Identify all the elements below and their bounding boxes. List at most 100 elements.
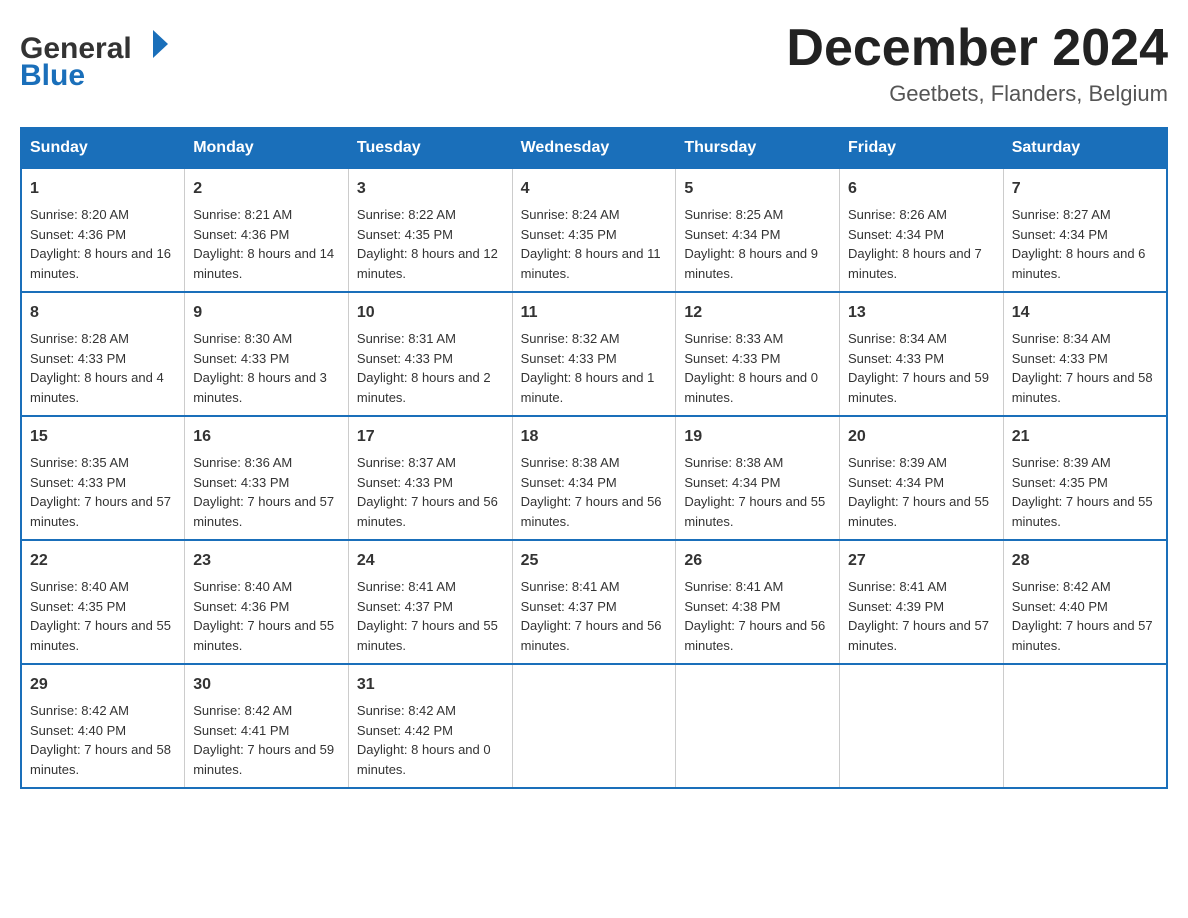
- day-number: 26: [684, 549, 831, 573]
- calendar-day-11: 11Sunrise: 8:32 AMSunset: 4:33 PMDayligh…: [512, 292, 676, 416]
- sunrise-time: Sunrise: 8:35 AM: [30, 455, 129, 470]
- sunrise-time: Sunrise: 8:21 AM: [193, 207, 292, 222]
- sunset-time: Sunset: 4:40 PM: [30, 723, 126, 738]
- calendar-day-28: 28 Sunrise: 8:42 AM Sunset: 4:40 PM Dayligh…: [1003, 540, 1167, 664]
- daylight-duration: Daylight: 8 hours and 4 minutes.: [30, 370, 164, 405]
- calendar-day-16: 16Sunrise: 8:36 AMSunset: 4:33 PMDayligh…: [185, 416, 349, 540]
- sunrise-time: Sunrise: 8:20 AM: [30, 207, 129, 222]
- calendar-week-5: 29Sunrise: 8:42 AMSunset: 4:40 PMDayligh…: [21, 664, 1167, 788]
- sunset-time: Sunset: 4:33 PM: [357, 351, 453, 366]
- sunset-time: Sunset: 4:36 PM: [30, 227, 126, 242]
- title-area: December 2024 Geetbets, Flanders, Belgiu…: [786, 20, 1168, 107]
- location: Geetbets, Flanders, Belgium: [786, 81, 1168, 107]
- calendar-day-26: 26Sunrise: 8:41 AMSunset: 4:38 PMDayligh…: [676, 540, 840, 664]
- sunrise-time: Sunrise: 8:42 AM: [1012, 579, 1111, 594]
- daylight-duration: Daylight: 8 hours and 3 minutes.: [193, 370, 327, 405]
- day-number: 2: [193, 177, 340, 201]
- day-header-monday: Monday: [185, 128, 349, 168]
- calendar-day-20: 20Sunrise: 8:39 AMSunset: 4:34 PMDayligh…: [840, 416, 1004, 540]
- calendar-day-22: 22Sunrise: 8:40 AMSunset: 4:35 PMDayligh…: [21, 540, 185, 664]
- calendar-table: SundayMondayTuesdayWednesdayThursdayFrid…: [20, 127, 1168, 789]
- sunrise-time: Sunrise: 8:30 AM: [193, 331, 292, 346]
- sunrise-time: Sunrise: 8:42 AM: [357, 703, 456, 718]
- calendar-week-4: 22Sunrise: 8:40 AMSunset: 4:35 PMDayligh…: [21, 540, 1167, 664]
- day-number: 28: [1012, 549, 1158, 573]
- sunset-time: Sunset: 4:34 PM: [848, 475, 944, 490]
- calendar-day-19: 19Sunrise: 8:38 AMSunset: 4:34 PMDayligh…: [676, 416, 840, 540]
- calendar-day-4: 4Sunrise: 8:24 AMSunset: 4:35 PMDaylight…: [512, 168, 676, 292]
- day-header-friday: Friday: [840, 128, 1004, 168]
- day-number: 13: [848, 301, 995, 325]
- day-number: 12: [684, 301, 831, 325]
- sunrise-time: Sunrise: 8:27 AM: [1012, 207, 1111, 222]
- day-number: 8: [30, 301, 176, 325]
- sunrise-time: Sunrise: 8:22 AM: [357, 207, 456, 222]
- day-number: 15: [30, 425, 176, 449]
- daylight-duration: Daylight: 7 hours and 55 minutes.: [848, 494, 989, 529]
- sunset-time: Sunset: 4:37 PM: [357, 599, 453, 614]
- sunrise-time: Sunrise: 8:42 AM: [30, 703, 129, 718]
- sunset-time: Sunset: 4:34 PM: [521, 475, 617, 490]
- day-number: 3: [357, 177, 504, 201]
- sunrise-time: Sunrise: 8:31 AM: [357, 331, 456, 346]
- calendar-day-15: 15Sunrise: 8:35 AMSunset: 4:33 PMDayligh…: [21, 416, 185, 540]
- logo-svg: General Blue: [20, 20, 180, 90]
- daylight-duration: Daylight: 8 hours and 14 minutes.: [193, 246, 334, 281]
- day-number: 31: [357, 673, 504, 697]
- sunset-time: Sunset: 4:33 PM: [1012, 351, 1108, 366]
- sunset-time: Sunset: 4:38 PM: [684, 599, 780, 614]
- sunrise-time: Sunrise: 8:28 AM: [30, 331, 129, 346]
- daylight-duration: Daylight: 7 hours and 55 minutes.: [30, 618, 171, 653]
- day-number: 1: [30, 177, 176, 201]
- sunset-time: Sunset: 4:36 PM: [193, 227, 289, 242]
- daylight-duration: Daylight: 7 hours and 58 minutes.: [30, 742, 171, 777]
- calendar-day-21: 21Sunrise: 8:39 AMSunset: 4:35 PMDayligh…: [1003, 416, 1167, 540]
- sunset-time: Sunset: 4:35 PM: [30, 599, 126, 614]
- calendar-day-8: 8 Sunrise: 8:28 AM Sunset: 4:33 PM Daylight…: [21, 292, 185, 416]
- daylight-duration: Daylight: 7 hours and 57 minutes.: [848, 618, 989, 653]
- calendar-day-12: 12Sunrise: 8:33 AMSunset: 4:33 PMDayligh…: [676, 292, 840, 416]
- sunset-time: Sunset: 4:33 PM: [357, 475, 453, 490]
- day-header-wednesday: Wednesday: [512, 128, 676, 168]
- daylight-duration: Daylight: 8 hours and 7 minutes.: [848, 246, 982, 281]
- sunset-time: Sunset: 4:34 PM: [1012, 227, 1108, 242]
- sunset-time: Sunset: 4:40 PM: [1012, 599, 1108, 614]
- sunset-time: Sunset: 4:36 PM: [193, 599, 289, 614]
- sunrise-time: Sunrise: 8:39 AM: [1012, 455, 1111, 470]
- calendar-day-18: 18Sunrise: 8:38 AMSunset: 4:34 PMDayligh…: [512, 416, 676, 540]
- calendar-day-30: 30Sunrise: 8:42 AMSunset: 4:41 PMDayligh…: [185, 664, 349, 788]
- sunrise-time: Sunrise: 8:32 AM: [521, 331, 620, 346]
- daylight-duration: Daylight: 7 hours and 57 minutes.: [1012, 618, 1153, 653]
- calendar-day-1: 1Sunrise: 8:20 AMSunset: 4:36 PMDaylight…: [21, 168, 185, 292]
- day-number: 20: [848, 425, 995, 449]
- empty-day-cell: [512, 664, 676, 788]
- day-number: 16: [193, 425, 340, 449]
- daylight-duration: Daylight: 7 hours and 56 minutes.: [684, 618, 825, 653]
- sunset-time: Sunset: 4:33 PM: [193, 351, 289, 366]
- logo: General Blue: [20, 20, 180, 90]
- sunrise-time: Sunrise: 8:26 AM: [848, 207, 947, 222]
- day-number: 14: [1012, 301, 1158, 325]
- sunset-time: Sunset: 4:35 PM: [521, 227, 617, 242]
- sunset-time: Sunset: 4:33 PM: [848, 351, 944, 366]
- sunset-time: Sunset: 4:33 PM: [30, 351, 126, 366]
- daylight-duration: Daylight: 7 hours and 56 minutes.: [521, 494, 662, 529]
- calendar-week-2: 8 Sunrise: 8:28 AM Sunset: 4:33 PM Daylight…: [21, 292, 1167, 416]
- calendar-day-3: 3Sunrise: 8:22 AMSunset: 4:35 PMDaylight…: [348, 168, 512, 292]
- sunset-time: Sunset: 4:33 PM: [684, 351, 780, 366]
- sunrise-time: Sunrise: 8:38 AM: [521, 455, 620, 470]
- calendar-day-31: 31Sunrise: 8:42 AMSunset: 4:42 PMDayligh…: [348, 664, 512, 788]
- sunset-time: Sunset: 4:41 PM: [193, 723, 289, 738]
- day-number: 21: [1012, 425, 1158, 449]
- sunset-time: Sunset: 4:34 PM: [684, 227, 780, 242]
- daylight-duration: Daylight: 8 hours and 1 minute.: [521, 370, 655, 405]
- day-header-tuesday: Tuesday: [348, 128, 512, 168]
- sunset-time: Sunset: 4:33 PM: [193, 475, 289, 490]
- sunrise-time: Sunrise: 8:24 AM: [521, 207, 620, 222]
- calendar-day-5: 5Sunrise: 8:25 AMSunset: 4:34 PMDaylight…: [676, 168, 840, 292]
- page-header: General Blue December 2024 Geetbets, Fla…: [20, 20, 1168, 107]
- calendar-day-24: 24Sunrise: 8:41 AMSunset: 4:37 PMDayligh…: [348, 540, 512, 664]
- sunset-time: Sunset: 4:39 PM: [848, 599, 944, 614]
- daylight-duration: Daylight: 7 hours and 59 minutes.: [193, 742, 334, 777]
- calendar-day-14: 14Sunrise: 8:34 AMSunset: 4:33 PMDayligh…: [1003, 292, 1167, 416]
